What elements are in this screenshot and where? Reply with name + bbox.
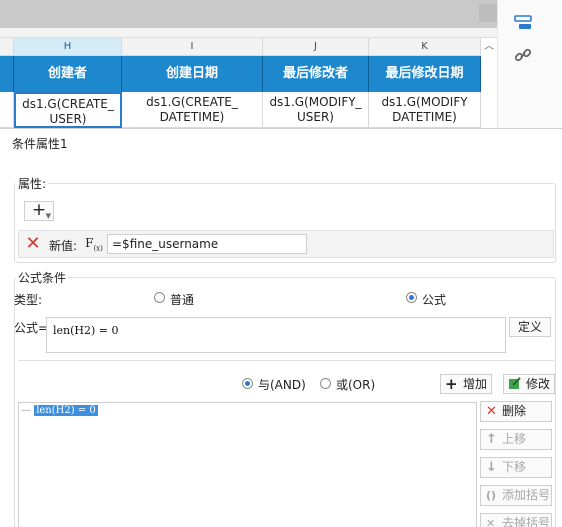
- fx-sub-label: (x): [93, 244, 103, 253]
- header-cell-modifier[interactable]: 最后修改者: [263, 56, 369, 92]
- column-header-h[interactable]: H: [14, 38, 122, 56]
- radio-formula-label[interactable]: 公式: [422, 291, 446, 308]
- delete-icon: ✕: [486, 404, 497, 419]
- move-down-label: 下移: [502, 460, 527, 474]
- cell-attribute-icon[interactable]: [508, 10, 538, 36]
- list-item[interactable]: — len(H2) = 0: [21, 405, 98, 416]
- delete-button[interactable]: ✕ 删除: [480, 401, 552, 422]
- add-condition-button[interactable]: + 增加: [440, 374, 492, 394]
- scroll-up-button[interactable]: ︿: [481, 38, 497, 56]
- arrow-up-icon: ↑: [486, 432, 497, 447]
- data-cell-modifier[interactable]: ds1.G(MODIFY_ USER): [263, 92, 369, 128]
- radio-formula[interactable]: [406, 292, 417, 303]
- remove-parentheses-button[interactable]: ✕ 去掉括号: [480, 513, 552, 527]
- attribute-section-label: 属性:: [16, 175, 49, 192]
- cell-text-line2: USER): [296, 110, 334, 124]
- radio-and-label[interactable]: 与(AND): [258, 376, 306, 393]
- cell-text-line1: ds1.G(CREATE_: [146, 95, 238, 109]
- attribute-value-input[interactable]: =$fine_username: [107, 234, 307, 254]
- plus-icon: +: [445, 375, 458, 393]
- define-button[interactable]: 定义: [509, 317, 551, 337]
- link-icon[interactable]: [508, 42, 538, 68]
- add-condition-label: 增加: [463, 377, 488, 391]
- arrow-down-icon: ↓: [486, 460, 497, 475]
- formula-editor-icon[interactable]: F(x): [83, 234, 105, 256]
- column-header-i[interactable]: I: [122, 38, 263, 56]
- plus-icon: +: [31, 200, 47, 220]
- cell-text-line1: ds1.G(MODIFY_: [269, 95, 362, 109]
- column-header-prev[interactable]: [0, 38, 14, 56]
- move-down-button[interactable]: ↓ 下移: [480, 457, 552, 478]
- toolbar-strip: [0, 0, 497, 38]
- modify-condition-label: 修改: [526, 377, 551, 391]
- tab-bar: [0, 0, 497, 28]
- radio-and[interactable]: [242, 378, 253, 389]
- dropdown-caret-icon: ▼: [45, 212, 51, 220]
- condition-attribute-dialog: 条件属性1 属性: + ▼ ✕ 新值: F(x) =$fine_username…: [0, 128, 562, 527]
- formula-condition-label: 公式条件: [16, 269, 69, 286]
- radio-or[interactable]: [320, 378, 331, 389]
- header-cell-modify-date[interactable]: 最后修改日期: [369, 56, 481, 92]
- radio-normal[interactable]: [154, 292, 165, 303]
- data-cell-create-date[interactable]: ds1.G(CREATE_ DATETIME): [122, 92, 263, 128]
- parentheses-icon: (): [486, 489, 497, 502]
- add-parentheses-label: 添加括号: [502, 488, 551, 502]
- attribute-name-label: 新值:: [49, 239, 78, 253]
- app-root: H I J K ︿ 创建者 创建日期 最后修改者 最后修改日期 ds1.G(CR…: [0, 0, 562, 527]
- header-cell-create-date[interactable]: 创建日期: [122, 56, 263, 92]
- cell-text-line1: ds1.G(MODIFY: [381, 95, 468, 109]
- cell-text-line2: DATETIME): [159, 110, 225, 124]
- condition-list[interactable]: — len(H2) = 0: [18, 402, 477, 527]
- add-parentheses-button[interactable]: () 添加括号: [480, 485, 552, 506]
- tree-line: —: [21, 405, 31, 416]
- add-attribute-button[interactable]: + ▼: [24, 201, 54, 221]
- remove-parentheses-icon: ✕: [486, 517, 496, 527]
- data-cell-creator[interactable]: ds1.G(CREATE_ USER): [14, 92, 122, 128]
- modify-icon: [508, 376, 522, 395]
- cell-text-line2: USER): [49, 112, 87, 126]
- radio-normal-label[interactable]: 普通: [170, 291, 194, 308]
- header-cell-creator[interactable]: 创建者: [14, 56, 122, 92]
- right-toolbar: [497, 0, 562, 130]
- attribute-row: ✕ 新值: F(x) =$fine_username: [18, 230, 554, 258]
- radio-or-label[interactable]: 或(OR): [336, 376, 375, 393]
- cell-text-line2: DATETIME): [392, 110, 457, 124]
- move-up-label: 上移: [502, 432, 527, 446]
- type-label: 类型:: [14, 293, 43, 307]
- data-cell-modify-date[interactable]: ds1.G(MODIFY DATETIME): [369, 92, 481, 128]
- dialog-title: 条件属性1: [12, 137, 68, 151]
- modify-condition-button[interactable]: 修改: [503, 374, 555, 394]
- delete-attribute-icon[interactable]: ✕: [23, 234, 43, 254]
- tab-bar-button[interactable]: [479, 4, 497, 22]
- formula-label: 公式=: [14, 321, 49, 335]
- formula-input[interactable]: len(H2) = 0: [46, 317, 506, 353]
- header-cell-prev[interactable]: [0, 56, 14, 92]
- column-header-k[interactable]: K: [369, 38, 481, 56]
- cell-text-line1: ds1.G(CREATE_: [22, 97, 114, 111]
- divider: [18, 360, 554, 361]
- move-up-button[interactable]: ↑ 上移: [480, 429, 552, 450]
- delete-label: 删除: [502, 404, 527, 418]
- column-header-j[interactable]: J: [263, 38, 369, 56]
- remove-parentheses-label: 去掉括号: [502, 516, 551, 527]
- condition-text: len(H2) = 0: [34, 405, 98, 416]
- data-cell-prev[interactable]: [0, 92, 14, 128]
